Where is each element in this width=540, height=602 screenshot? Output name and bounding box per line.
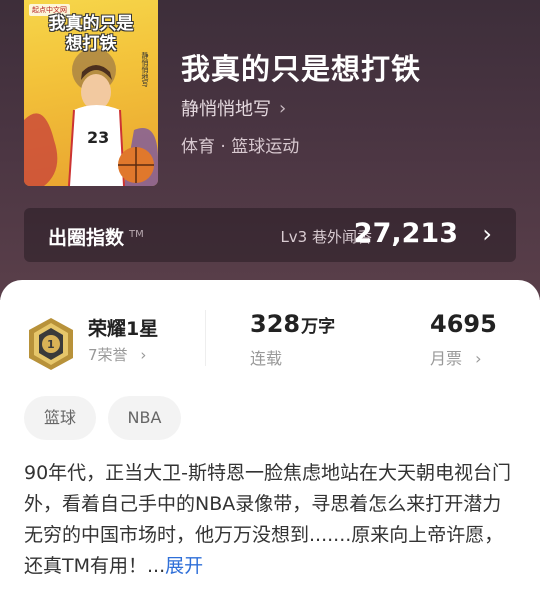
author-link[interactable]: 静悄悄地写 › [181,95,286,121]
word-count-unit: 万字 [301,317,336,337]
author-name: 静悄悄地写 [181,99,271,120]
tag-nba[interactable]: NBA [108,396,181,440]
cover-title: 我真的只是 想打铁 [32,14,150,54]
synopsis-text: 90年代，正当大卫-斯特恩一脸焦虑地站在大天朝电视台门外，看着自己手中的NBA录… [24,462,512,577]
chevron-right-icon: › [475,349,482,368]
chevron-right-icon: › [482,220,492,248]
chevron-right-icon: › [140,346,147,364]
index-value: 27,213 [353,218,458,249]
synopsis: 90年代，正当大卫-斯特恩一脸焦虑地站在大天朝电视台门外，看着自己手中的NBA录… [24,458,516,582]
honor-link[interactable]: 7荣誉 › [88,344,146,365]
expand-link[interactable]: 展开 [165,555,203,577]
book-header: 起点中文网 我真的只是 想打铁 静悄悄地写 23 我真的只是想打铁 静悄悄地写 … [0,0,540,300]
tag-basketball[interactable]: 篮球 [24,396,96,440]
index-label: 出圈指数 TM [48,223,144,250]
monthly-votes-link[interactable]: 月票 › [430,345,482,369]
book-info-card: 1 荣耀1星 7荣誉 › 328万字 连载 4695 月票 › 篮球 NBA 9… [0,280,540,602]
monthly-votes-label: 月票 [430,349,463,368]
cover-title-line1: 我真的只是 [48,14,134,34]
honor-count: 7荣誉 [88,346,128,364]
cover-title-line2: 想打铁 [65,34,117,54]
cover-jersey-number: 23 [87,128,110,147]
cover-author: 静悄悄地写 [141,52,149,87]
chevron-right-icon: › [279,97,287,119]
book-title: 我真的只是想打铁 [181,52,422,86]
word-count-number: 328 [250,310,301,338]
word-count: 328万字 [250,310,335,338]
index-label-text: 出圈指数 [48,227,125,249]
medal-number: 1 [47,338,55,351]
book-cover[interactable]: 起点中文网 我真的只是 想打铁 静悄悄地写 23 [24,0,158,186]
popularity-index-bar[interactable]: 出圈指数 TM Lv3 巷外闻香 27,213 › [24,208,516,262]
index-trademark: TM [129,229,144,240]
book-category: 体育 · 篮球运动 [181,137,300,157]
monthly-votes-count: 4695 [430,310,497,338]
honor-title: 荣耀1星 [88,318,159,340]
serial-status: 连载 [250,349,283,368]
stats-divider [205,310,206,366]
